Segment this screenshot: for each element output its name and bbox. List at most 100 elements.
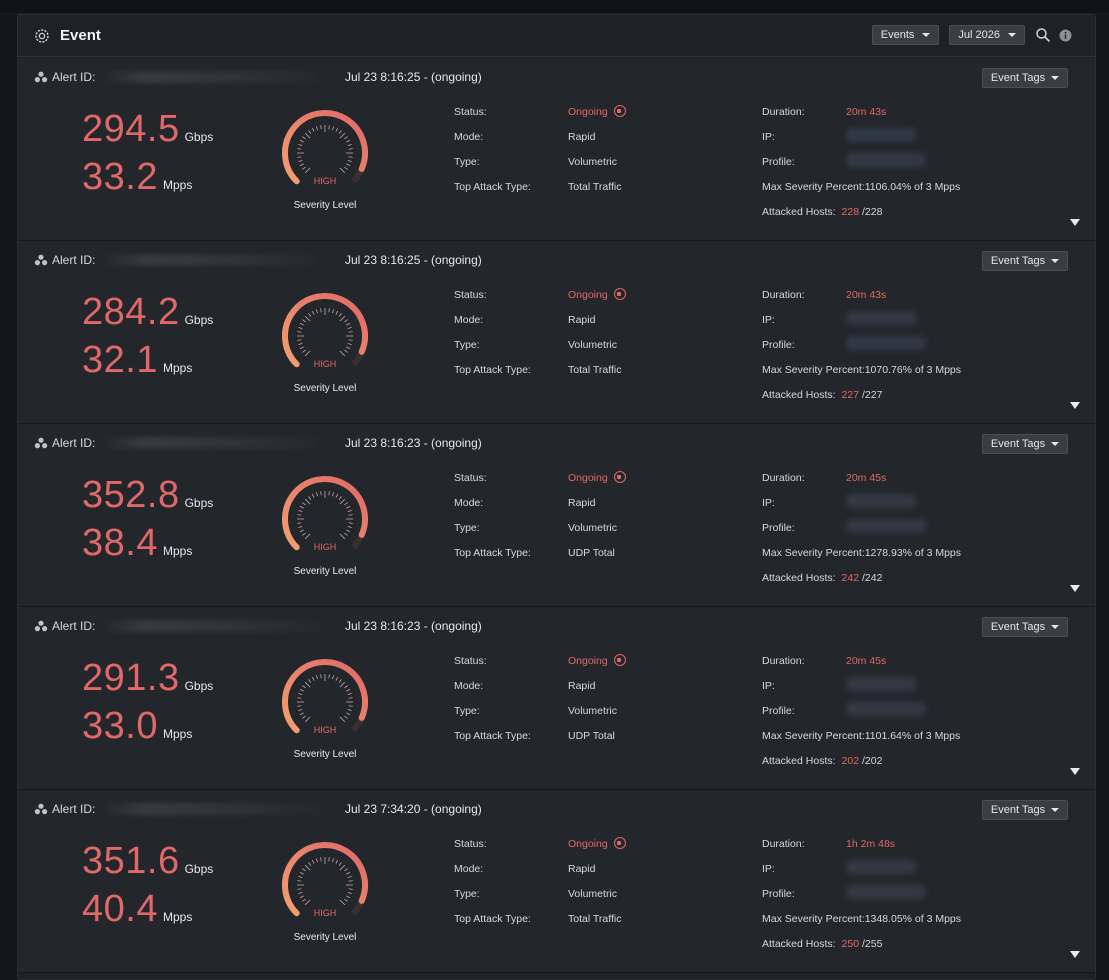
mpps-unit: Mpps [162,910,193,924]
events-filter-dropdown[interactable]: Events [871,25,940,45]
status-value: Ongoing [568,105,626,118]
gauge-tick [346,529,351,533]
gauge-tick [347,875,352,878]
event-tags-button[interactable]: Event Tags [982,251,1068,271]
gauge-tick [299,529,304,533]
expand-caret-icon[interactable] [1070,402,1080,409]
alert-time: Jul 23 7:34:20 - (ongoing) [345,802,482,816]
stop-icon[interactable] [613,471,626,484]
gauge-tick [302,868,306,872]
date-dropdown[interactable]: Jul 2026 [949,25,1025,45]
mode-label: Mode: [454,680,484,692]
gauge-tick [332,309,335,314]
event-tags-button[interactable]: Event Tags [982,434,1068,454]
gbps-value: 291.3 [82,657,180,699]
gauge-tick [335,310,339,315]
severity-gauge: HIGH Severity Level [280,474,370,577]
gauge-tick [348,697,353,699]
gauge-tick [347,709,352,712]
gauge-tick [347,892,352,895]
attacked-hosts: Attacked Hosts: 228 /228 [762,206,882,218]
event-tags-button[interactable]: Event Tags [982,68,1068,88]
mpps-value: 40.4 [82,888,158,930]
ip-redacted [846,494,916,508]
ip-label: IP: [762,314,775,326]
status-value: Ongoing [568,654,626,667]
gauge-tick [339,899,346,906]
duration-value: 20m 43s [846,289,887,301]
severity-value: HIGH [313,542,337,552]
gauge-tick [332,492,335,497]
info-icon[interactable] [1057,27,1073,43]
attacked-hosts-total: /228 [861,206,883,218]
gauge-fill [282,476,368,551]
page-title: Event [60,27,101,44]
gauge-tick [332,126,335,131]
gauge-fill [282,842,368,917]
status-label: Status: [454,472,487,484]
gauge-fill [282,293,368,368]
alert-id-redacted [101,71,322,83]
gauge-tick [344,319,348,323]
top-attack-label: Top Attack Type: [454,913,531,925]
gbps-metric: 351.6 Gbps [82,840,213,883]
gbps-value: 352.8 [82,474,180,516]
gauge-tick [346,139,351,143]
severity-level-label: Severity Level [293,383,357,394]
status-label: Status: [454,289,487,301]
gauge-tick [339,681,346,688]
top-attack-value: Total Traffic [568,181,622,193]
gauge-tick [346,688,351,692]
gbps-unit: Gbps [184,130,214,144]
alert-id-redacted [101,620,322,632]
severity-value: HIGH [313,908,337,918]
event-tags-label: Event Tags [990,255,1046,267]
event-panel: Event Events Jul 2026 Alert ID: Jul 23 8… [17,14,1096,980]
gauge-tick [348,522,353,524]
severity-gauge: HIGH Severity Level [280,840,370,943]
profile-label: Profile: [762,522,795,534]
mpps-value: 32.1 [82,339,158,381]
gauge-tick [348,148,353,150]
expand-caret-icon[interactable] [1070,768,1080,775]
gbps-metric: 291.3 Gbps [82,657,213,700]
stop-icon[interactable] [613,837,626,850]
gauge-tick [339,533,346,540]
event-tags-button[interactable]: Event Tags [982,617,1068,637]
max-severity-text: Max Severity Percent:1348.05% of 3 Mpps [762,913,962,925]
mode-value: Rapid [568,497,596,509]
stop-icon[interactable] [613,105,626,118]
event-list: Alert ID: Jul 23 8:16:25 - (ongoing) Eve… [18,58,1095,973]
gbps-unit: Gbps [184,313,214,327]
gauge-tick [297,148,302,150]
gauge-tick [328,125,330,130]
gauge-tick [315,858,318,863]
expand-caret-icon[interactable] [1070,951,1080,958]
gauge-tick [338,679,342,683]
gauge-tick [346,163,351,167]
mpps-metric: 33.2 Mpps [82,156,192,199]
gauge-tick [328,308,330,313]
gauge-tick [297,697,302,699]
gauge-tick [297,156,302,158]
gauge-tick [346,346,351,350]
status-value: Ongoing [568,288,626,301]
gauge-tick [346,895,351,899]
search-icon[interactable] [1035,27,1051,43]
gauge-tick [320,491,322,496]
severity-level-label: Severity Level [293,932,357,943]
stop-icon[interactable] [613,654,626,667]
stop-icon[interactable] [613,288,626,301]
attacked-hosts-label: Attacked Hosts: [762,206,836,218]
header-controls: Events Jul 2026 [871,25,1079,45]
chevron-down-icon [1051,76,1060,80]
top-attack-value: Total Traffic [568,913,622,925]
alert-id-redacted [101,803,322,815]
event-tags-button[interactable]: Event Tags [982,800,1068,820]
gauge-tick [344,349,348,353]
gauge-tick [335,127,339,132]
expand-caret-icon[interactable] [1070,219,1080,226]
top-attack-label: Top Attack Type: [454,547,531,559]
gauge-tick [304,315,311,322]
expand-caret-icon[interactable] [1070,585,1080,592]
